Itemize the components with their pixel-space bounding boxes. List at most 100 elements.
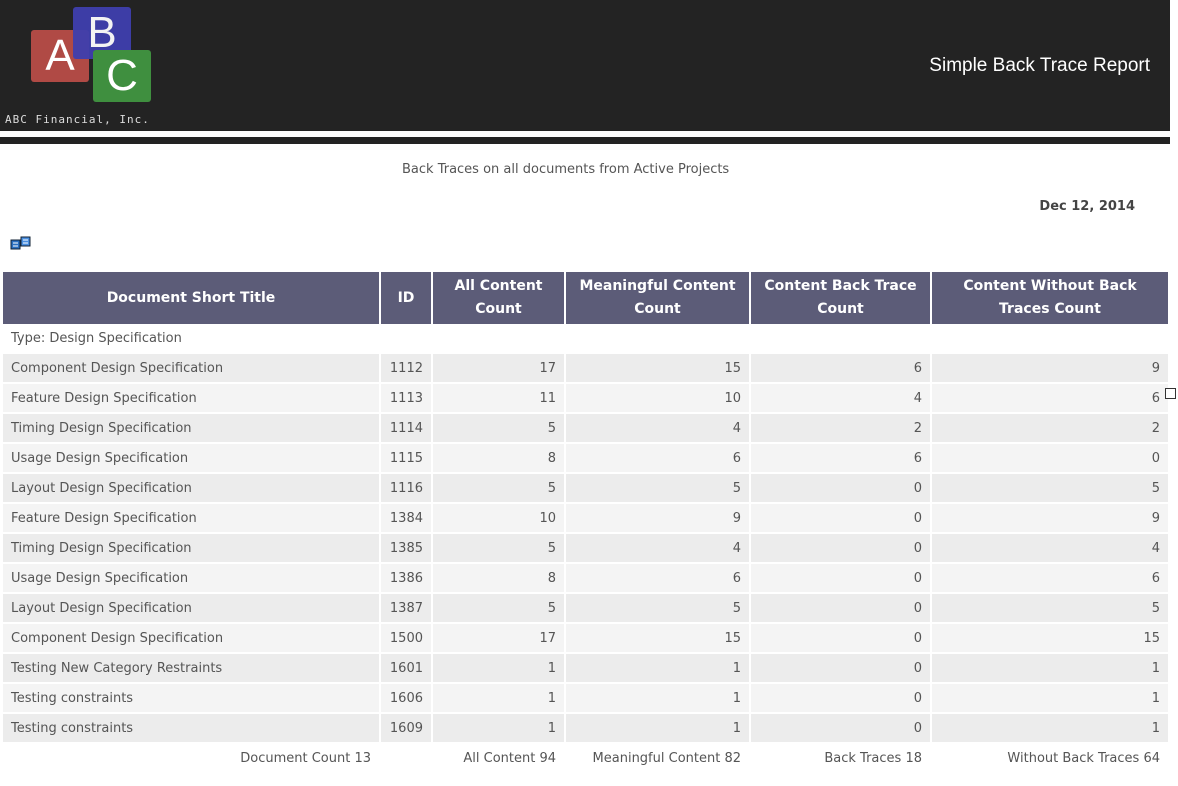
back-trace-cell: 0 (751, 534, 930, 564)
without-cell: 1 (932, 654, 1168, 684)
id-cell: 1115 (381, 444, 431, 474)
without-cell: 9 (932, 354, 1168, 384)
without-cell: 0 (932, 444, 1168, 474)
all-content-cell: 5 (433, 534, 564, 564)
total-back-traces: Back Traces 18 (751, 744, 930, 774)
meaningful-cell: 15 (566, 624, 749, 654)
all-content-cell: 17 (433, 624, 564, 654)
back-trace-cell: 0 (751, 624, 930, 654)
title-cell: Layout Design Specification (3, 594, 379, 624)
meaningful-cell: 9 (566, 504, 749, 534)
meaningful-cell: 6 (566, 564, 749, 594)
table-row: Testing New Category Restraints 1601 1 1 0 1 (3, 654, 1168, 684)
id-cell: 1500 (381, 624, 431, 654)
table-row: Layout Design Specification 1387 5 5 0 5 (3, 594, 1168, 624)
back-trace-cell: 4 (751, 384, 930, 414)
id-cell: 1609 (381, 714, 431, 744)
col-id: ID (381, 272, 431, 324)
checkbox[interactable] (1165, 388, 1176, 399)
all-content-cell: 17 (433, 354, 564, 384)
without-cell: 1 (932, 684, 1168, 714)
col-meaningful: Meaningful Content Count (566, 272, 749, 324)
report-title: Simple Back Trace Report (929, 55, 1150, 76)
title-cell: Timing Design Specification (3, 414, 379, 444)
without-cell: 1 (932, 714, 1168, 744)
all-content-cell: 5 (433, 594, 564, 624)
id-cell: 1113 (381, 384, 431, 414)
empty-cell (381, 744, 431, 774)
meaningful-cell: 1 (566, 654, 749, 684)
meaningful-cell: 5 (566, 474, 749, 504)
id-cell: 1387 (381, 594, 431, 624)
all-content-cell: 10 (433, 504, 564, 534)
table-row: Usage Design Specification 1115 8 6 6 0 (3, 444, 1168, 474)
id-cell: 1386 (381, 564, 431, 594)
back-trace-cell: 0 (751, 474, 930, 504)
back-trace-cell: 2 (751, 414, 930, 444)
title-cell: Component Design Specification (3, 624, 379, 654)
all-content-cell: 8 (433, 564, 564, 594)
back-trace-cell: 0 (751, 504, 930, 534)
report-date: Dec 12, 2014 (1039, 199, 1135, 214)
title-cell: Usage Design Specification (3, 564, 379, 594)
total-without: Without Back Traces 64 (932, 744, 1168, 774)
table-row: Component Design Specification 1500 17 15 0 1… (3, 624, 1168, 654)
all-content-cell: 1 (433, 654, 564, 684)
back-trace-cell: 0 (751, 684, 930, 714)
without-cell: 5 (932, 474, 1168, 504)
back-trace-cell: 0 (751, 714, 930, 744)
without-cell: 15 (932, 624, 1168, 654)
total-meaningful: Meaningful Content 82 (566, 744, 749, 774)
table-row: Layout Design Specification 1116 5 5 0 5 (3, 474, 1168, 504)
id-cell: 1114 (381, 414, 431, 444)
without-cell: 6 (932, 384, 1168, 414)
report-header: A B C ABC Financial, Inc. Simple Back Tr… (0, 0, 1170, 131)
back-trace-cell: 0 (751, 594, 930, 624)
table-row: Testing constraints 1609 1 1 0 1 (3, 714, 1168, 744)
title-cell: Feature Design Specification (3, 384, 379, 414)
title-cell: Testing New Category Restraints (3, 654, 379, 684)
header-divider (0, 137, 1170, 144)
title-cell: Feature Design Specification (3, 504, 379, 534)
meaningful-cell: 4 (566, 534, 749, 564)
id-cell: 1385 (381, 534, 431, 564)
back-trace-cell: 0 (751, 654, 930, 684)
back-trace-cell: 6 (751, 354, 930, 384)
table-row: Timing Design Specification 1385 5 4 0 4 (3, 534, 1168, 564)
table-row: Component Design Specification 1112 17 15 6 9 (3, 354, 1168, 384)
title-cell: Testing constraints (3, 714, 379, 744)
id-cell: 1601 (381, 654, 431, 684)
table-row: Feature Design Specification 1113 11 10 4 6 (3, 384, 1168, 414)
meaningful-cell: 4 (566, 414, 749, 444)
total-document-count: Document Count 13 (3, 744, 379, 774)
all-content-cell: 1 (433, 684, 564, 714)
title-cell: Layout Design Specification (3, 474, 379, 504)
title-cell: Component Design Specification (3, 354, 379, 384)
all-content-cell: 1 (433, 714, 564, 744)
table-header-row: Document Short Title ID All Content Coun… (3, 272, 1168, 324)
back-trace-cell: 6 (751, 444, 930, 474)
without-cell: 6 (932, 564, 1168, 594)
title-cell: Usage Design Specification (3, 444, 379, 474)
title-cell: Testing constraints (3, 684, 379, 714)
col-back-trace: Content Back Trace Count (751, 272, 930, 324)
group-label: Type: Design Specification (3, 324, 1168, 354)
back-trace-cell: 0 (751, 564, 930, 594)
id-cell: 1384 (381, 504, 431, 534)
all-content-cell: 5 (433, 474, 564, 504)
meaningful-cell: 15 (566, 354, 749, 384)
without-cell: 5 (932, 594, 1168, 624)
logo-block-c: C (93, 50, 151, 102)
totals-row: Document Count 13 All Content 94 Meaningfu… (3, 744, 1168, 774)
id-cell: 1112 (381, 354, 431, 384)
table-row: Timing Design Specification 1114 5 4 2 2 (3, 414, 1168, 444)
all-content-cell: 11 (433, 384, 564, 414)
meaningful-cell: 1 (566, 684, 749, 714)
col-without: Content Without Back Traces Count (932, 272, 1168, 324)
col-all-content: All Content Count (433, 272, 564, 324)
refresh-icon[interactable] (10, 235, 32, 251)
table-row: Usage Design Specification 1386 8 6 0 6 (3, 564, 1168, 594)
back-trace-table: Document Short Title ID All Content Coun… (1, 272, 1170, 774)
meaningful-cell: 6 (566, 444, 749, 474)
meaningful-cell: 5 (566, 594, 749, 624)
